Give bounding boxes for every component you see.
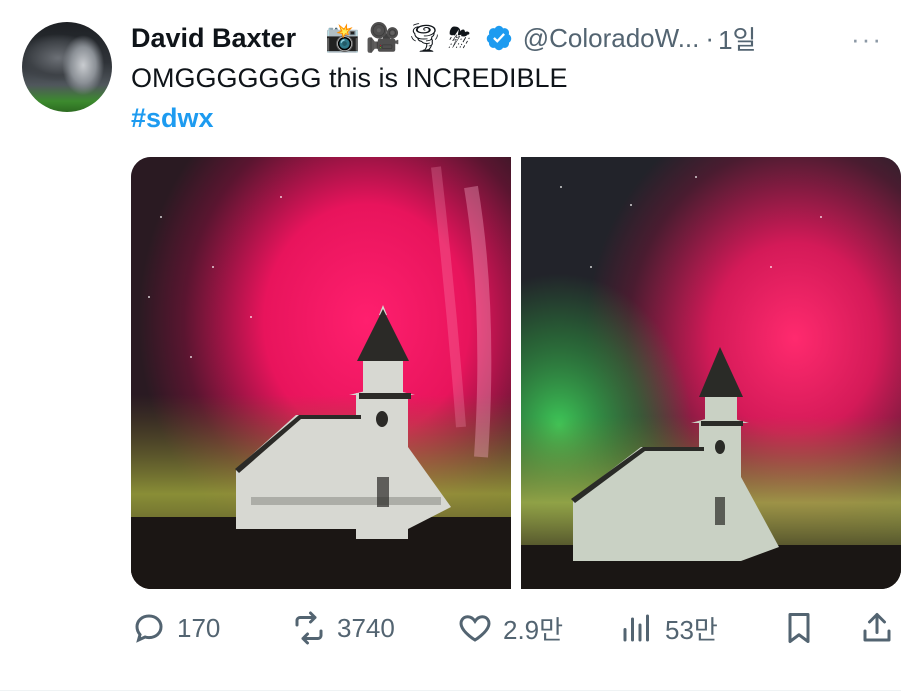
bookmark-icon — [788, 613, 810, 643]
share-button[interactable] — [859, 608, 895, 648]
tornado-emoji: 🌪 — [406, 22, 443, 53]
views-button[interactable]: 53만 — [619, 608, 718, 648]
like-count: 2.9만 — [503, 614, 564, 645]
movie-camera-emoji: 🎥 — [365, 22, 401, 53]
camera-flash-emoji: 📸 — [325, 22, 360, 53]
reply-icon — [135, 614, 163, 643]
aurora-church-photo-icon — [131, 157, 511, 589]
aurora-church-photo-icon — [521, 157, 901, 589]
retweet-button[interactable]: 3740 — [291, 608, 395, 648]
separator-dot: · — [705, 22, 715, 53]
heart-icon — [459, 615, 491, 642]
tweet-header: David Baxter 📸 🎥 🌪 ⛈ @ColoradoW... · 1일 — [131, 18, 756, 58]
media-photo-1[interactable] — [131, 157, 511, 589]
author-emojis: 📸 🎥 🌪 ⛈ — [325, 24, 471, 52]
storm-cloud-emoji: ⛈ — [448, 22, 471, 53]
retweet-count: 3740 — [337, 612, 395, 643]
reply-button[interactable]: 170 — [131, 608, 220, 648]
verified-badge-icon — [486, 25, 511, 51]
retweet-icon — [295, 611, 323, 645]
bookmark-button[interactable] — [781, 608, 817, 648]
bar-chart-icon — [623, 614, 649, 642]
reply-count: 170 — [177, 612, 221, 643]
timestamp[interactable]: 1일 — [718, 20, 756, 57]
tweet-text: OMGGGGGGG this is INCREDIBLE — [131, 63, 568, 93]
view-count: 53만 — [665, 614, 718, 645]
media-gallery — [131, 157, 901, 589]
hashtag-link[interactable]: #sdwx — [131, 100, 214, 136]
share-icon — [863, 613, 891, 642]
media-photo-2[interactable] — [521, 157, 901, 589]
author-handle[interactable]: @ColoradoW... — [523, 23, 700, 54]
tweet-actions: 170 3740 2.9만 53만 — [131, 608, 901, 648]
author-name[interactable]: David Baxter — [131, 23, 296, 53]
like-button[interactable]: 2.9만 — [457, 608, 563, 648]
avatar[interactable] — [22, 22, 112, 112]
more-options-icon[interactable]: ··· — [851, 24, 883, 55]
